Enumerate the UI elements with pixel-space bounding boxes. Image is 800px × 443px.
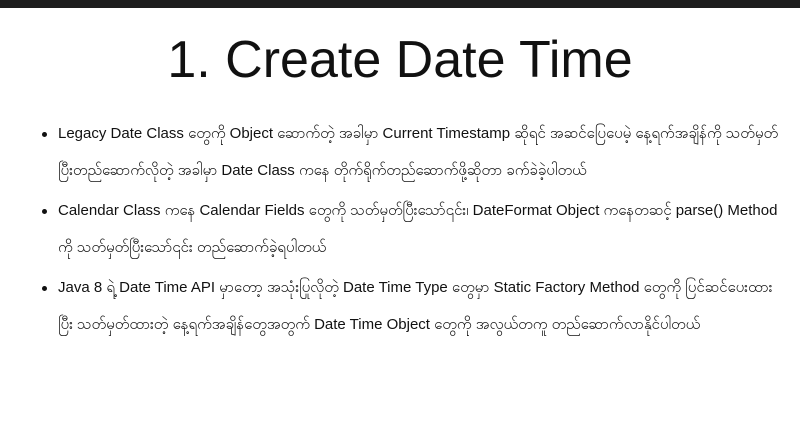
bullet-text: Calendar Class ကနေ Calendar Fields တွေကိ… [58,202,778,256]
bullet-item: Legacy Date Class တွေကို Object ဆောက်တဲ့… [40,116,780,189]
bullet-list: Legacy Date Class တွေကို Object ဆောက်တဲ့… [40,116,780,345]
bullet-item: Calendar Class ကနေ Calendar Fields တွေကိ… [40,193,780,266]
bullet-icon [42,286,47,291]
window-top-bar [0,0,800,8]
slide-title: 1. Create Date Time [167,31,633,89]
bullet-text: Java 8 ရဲ့ Date Time API မှာတော့ အသုံးပြ… [58,279,773,333]
bullet-text: Legacy Date Class တွေကို Object ဆောက်တဲ့… [58,125,779,179]
bullet-item: Java 8 ရဲ့ Date Time API မှာတော့ အသုံးပြ… [40,270,780,343]
bullet-icon [42,132,47,137]
bullet-icon [42,209,47,214]
